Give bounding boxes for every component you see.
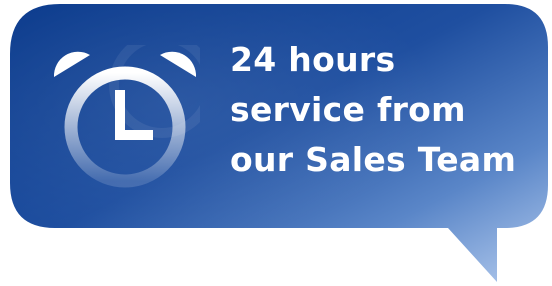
bubble-message: 24 hours service from our Sales Team — [230, 35, 530, 185]
alarm-clock-icon — [53, 45, 200, 188]
message-line-3: our Sales Team — [230, 140, 517, 179]
speech-bubble-banner: 24 hours service from our Sales Team — [0, 0, 552, 286]
message-line-1: 24 hours — [230, 40, 396, 79]
message-line-2: service from — [230, 90, 466, 129]
